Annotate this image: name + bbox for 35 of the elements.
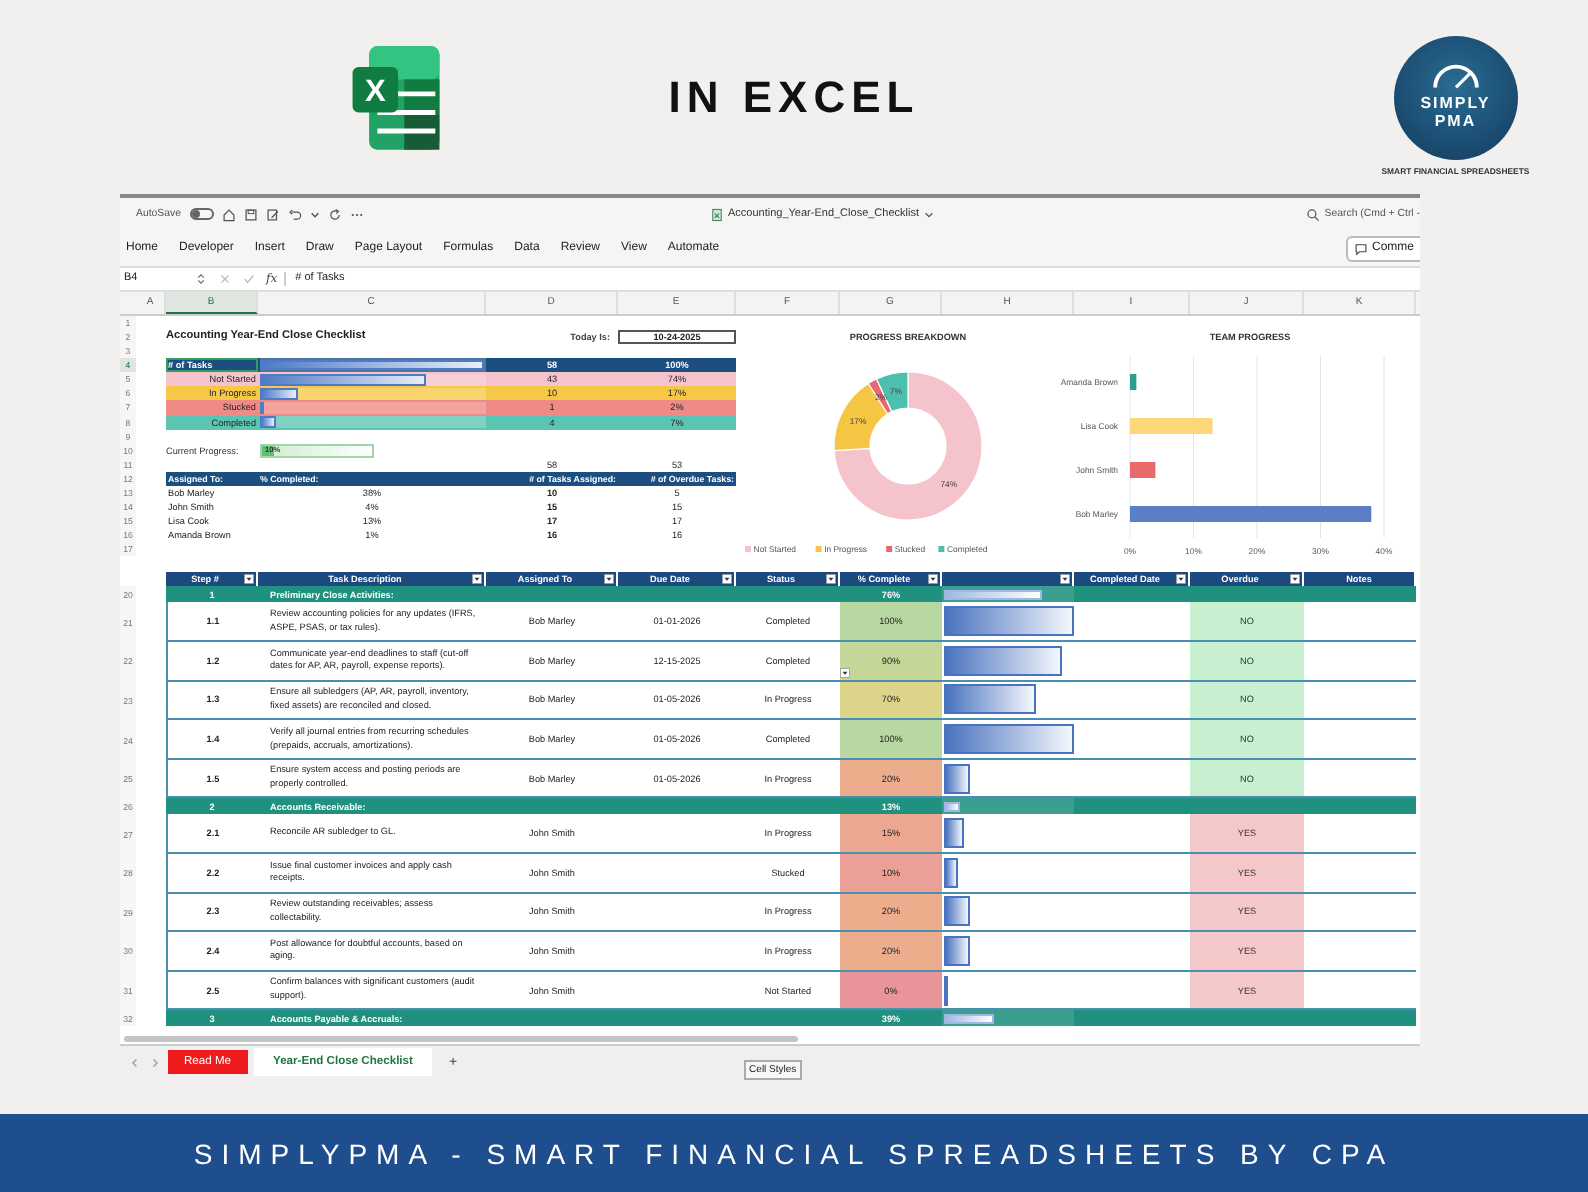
- chart-bar: [1130, 373, 1137, 390]
- legend-marker: [886, 545, 893, 552]
- caret-icon[interactable]: [309, 209, 319, 220]
- filter-button[interactable]: [826, 574, 836, 585]
- filter-button[interactable]: [604, 574, 614, 585]
- horizontal-scrollbar[interactable]: [124, 1036, 798, 1042]
- redo-icon[interactable]: [327, 207, 341, 222]
- gauge-icon: [1429, 64, 1482, 90]
- check-icon[interactable]: [242, 271, 256, 286]
- filter-button[interactable]: [1060, 574, 1070, 585]
- chevron-icon[interactable]: [923, 209, 933, 220]
- filter-button[interactable]: [722, 574, 732, 585]
- undo-icon[interactable]: [287, 207, 301, 222]
- search-icon: [1306, 207, 1321, 222]
- filter-button[interactable]: [244, 574, 254, 585]
- filter-button[interactable]: [1290, 574, 1300, 585]
- filter-button[interactable]: [472, 574, 482, 585]
- page-title: IN EXCEL: [668, 71, 920, 123]
- legend-marker: [938, 545, 945, 552]
- filter-button[interactable]: [1176, 574, 1186, 585]
- save-icon[interactable]: [243, 207, 257, 222]
- home-icon[interactable]: [221, 207, 235, 222]
- comment-icon: [1353, 241, 1368, 256]
- legend-marker: [815, 545, 822, 552]
- filter-button[interactable]: [928, 574, 938, 585]
- chart-bar: [1130, 461, 1156, 478]
- stepper-icon[interactable]: [194, 271, 208, 286]
- dropdown-button[interactable]: [840, 668, 850, 679]
- document-icon: [710, 207, 724, 222]
- footer-text: SIMPLYPMA - SMART FINANCIAL SPREADSHEETS BY CPA: [193, 1137, 1395, 1169]
- chart-bar: [1130, 417, 1213, 434]
- legend-marker: [745, 545, 751, 552]
- brand-logo: SIMPLY PMA: [1393, 35, 1518, 159]
- edit-icon[interactable]: [265, 207, 279, 222]
- autosave-toggle[interactable]: [189, 208, 213, 221]
